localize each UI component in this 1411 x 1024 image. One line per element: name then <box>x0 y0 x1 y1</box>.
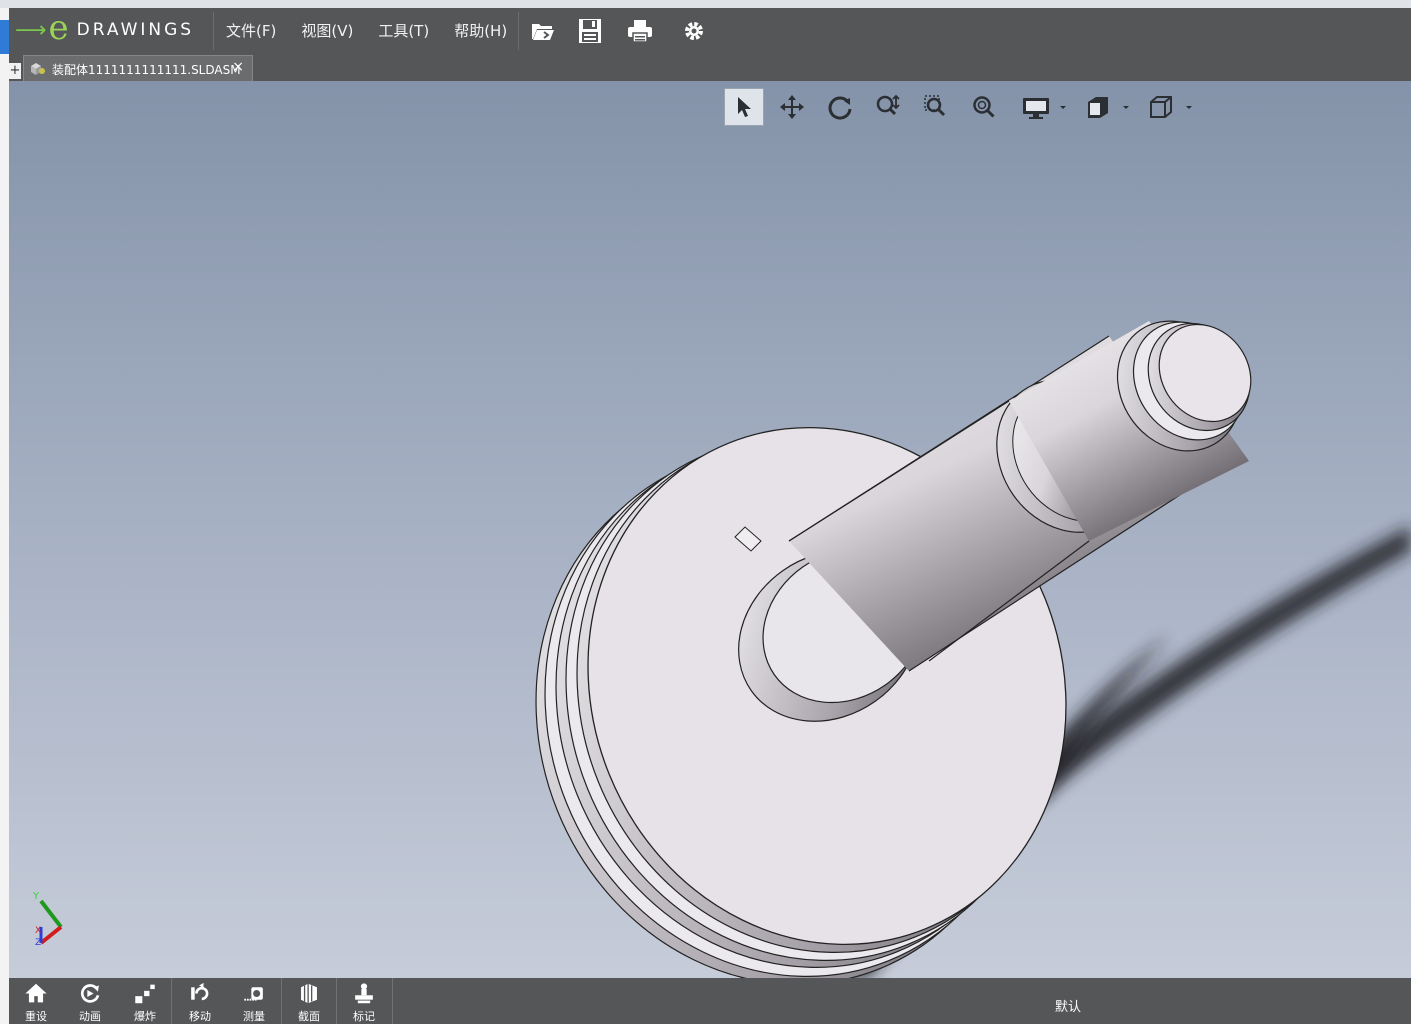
explode-button[interactable]: 爆炸 <box>118 982 172 1024</box>
section-button[interactable]: 截面 <box>282 982 336 1024</box>
window-title-strip <box>0 0 1411 8</box>
markup-icon <box>355 983 373 1004</box>
rotate-tool[interactable] <box>820 88 860 126</box>
select-tool[interactable] <box>724 88 764 126</box>
close-icon[interactable]: × <box>232 59 244 75</box>
animate-button[interactable]: 动画 <box>63 982 117 1024</box>
standard-views-dropdown[interactable] <box>1142 88 1198 126</box>
reset-button[interactable]: 重设 <box>9 982 63 1024</box>
tab-document-label: 装配体1111111111111.SLDASM <box>52 62 241 77</box>
bottom-separator <box>171 978 172 1024</box>
measure-button[interactable]: 测量 <box>227 982 281 1024</box>
document-tab-bar: + 装配体1111111111111.SLDASM × <box>9 53 1411 82</box>
toolbar-separator <box>518 12 519 50</box>
open-icon[interactable] <box>529 18 557 44</box>
logo-arrow-icon: ⟶ <box>15 17 47 43</box>
move-label: 移动 <box>189 1010 211 1023</box>
explode-icon <box>135 984 155 1004</box>
assembly-icon <box>31 63 45 75</box>
markup-button[interactable]: 标记 <box>337 982 391 1024</box>
3d-viewport[interactable]: Y X Z <box>9 81 1411 978</box>
left-edge-highlight <box>0 20 9 54</box>
print-icon[interactable] <box>626 18 654 44</box>
explode-label: 爆炸 <box>134 1010 156 1023</box>
measure-label: 测量 <box>243 1010 265 1023</box>
settings-icon[interactable] <box>680 18 708 44</box>
view-orientation-dropdown[interactable] <box>1079 88 1135 126</box>
edrawings-logo: ⟶ e DRAWINGS <box>15 8 195 48</box>
toolbar-separator <box>213 12 214 50</box>
zoom-to-area-tool[interactable] <box>916 88 956 126</box>
new-tab-button[interactable]: + <box>9 63 21 79</box>
menu-bar: 文件(F) 视图(V) 工具(T) 帮助(H) <box>226 8 532 53</box>
zoom-to-fit-tool[interactable] <box>964 88 1004 126</box>
measure-icon <box>244 987 263 1001</box>
model-render <box>535 320 1411 978</box>
tab-document[interactable]: 装配体1111111111111.SLDASM × <box>23 55 253 82</box>
section-label: 截面 <box>298 1010 320 1023</box>
menu-help[interactable]: 帮助(H) <box>454 20 507 41</box>
save-icon[interactable] <box>576 18 604 44</box>
logo-e: e <box>48 8 69 48</box>
logo-word: DRAWINGS <box>76 20 195 40</box>
reset-label: 重设 <box>25 1010 47 1023</box>
display-style-dropdown[interactable] <box>1016 88 1072 126</box>
menu-tools[interactable]: 工具(T) <box>378 20 429 41</box>
animate-icon <box>80 984 100 1003</box>
triad-x-label: X <box>35 926 41 936</box>
move-button[interactable]: 移动 <box>173 982 227 1024</box>
move-icon <box>191 982 209 1001</box>
configuration-status: 默认 <box>1055 1000 1082 1015</box>
animate-label: 动画 <box>79 1010 101 1023</box>
menu-file[interactable]: 文件(F) <box>226 20 276 41</box>
triad-z-label: Z <box>35 938 41 947</box>
bottom-separator <box>392 978 393 1024</box>
main-toolbar: ⟶ e DRAWINGS 文件(F) 视图(V) 工具(T) 帮助(H) <box>9 8 1411 54</box>
menu-view[interactable]: 视图(V) <box>301 20 353 41</box>
bottom-toolbar: 重设 动画 爆炸 移动 测量 截面 标记 默认 <box>9 978 1411 1024</box>
orientation-triad-icon: Y X Z <box>32 891 63 947</box>
triad-y-label: Y <box>32 891 40 902</box>
markup-label: 标记 <box>353 1010 375 1023</box>
zoom-tool[interactable] <box>868 88 908 126</box>
home-icon <box>25 983 47 1003</box>
section-icon <box>301 983 317 1004</box>
pan-tool[interactable] <box>772 88 812 126</box>
